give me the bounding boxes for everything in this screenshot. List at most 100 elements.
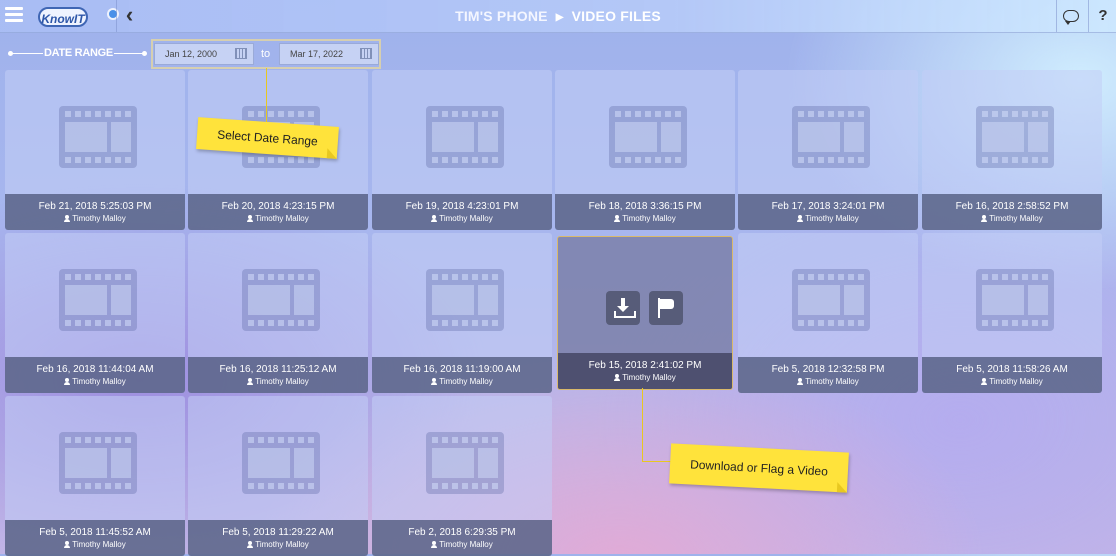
top-bar: KnowIT ‹ TIM'S PHONE ▶ VIDEO FILES ?: [0, 0, 1116, 33]
user-icon: [64, 378, 71, 385]
film-icon: [426, 269, 504, 331]
video-timestamp: Feb 19, 2018 4:23:01 PM: [405, 201, 519, 212]
page-title: VIDEO FILES: [571, 8, 661, 24]
video-caption: Feb 20, 2018 4:23:15 PM Timothy Malloy: [188, 194, 368, 230]
video-user-name: Timothy Malloy: [72, 540, 126, 549]
video-user-name: Timothy Malloy: [439, 377, 493, 386]
user-icon: [431, 215, 438, 222]
video-caption: Feb 16, 2018 11:44:04 AM Timothy Malloy: [5, 357, 185, 393]
video-caption: Feb 5, 2018 11:58:26 AM Timothy Malloy: [922, 357, 1102, 393]
download-button[interactable]: [606, 291, 640, 325]
video-timestamp: Feb 16, 2018 11:25:12 AM: [219, 364, 337, 375]
film-icon: [426, 106, 504, 168]
video-timestamp: Feb 5, 2018 11:45:52 AM: [39, 527, 151, 538]
video-timestamp: Feb 5, 2018 11:58:26 AM: [956, 364, 1068, 375]
back-button[interactable]: ‹: [116, 0, 142, 32]
video-user: Timothy Malloy: [555, 214, 735, 223]
user-icon: [614, 215, 621, 222]
video-tile[interactable]: Feb 5, 2018 11:45:52 AM Timothy Malloy: [5, 396, 185, 556]
video-tile[interactable]: Feb 5, 2018 12:32:58 PM Timothy Malloy: [738, 233, 918, 393]
callout-download-flag: Download or Flag a Video: [669, 443, 849, 493]
video-tile[interactable]: Feb 21, 2018 5:25:03 PM Timothy Malloy: [5, 70, 185, 230]
callout-leader-line: [642, 461, 672, 462]
user-icon: [431, 541, 438, 548]
video-caption: Feb 19, 2018 4:23:01 PM Timothy Malloy: [372, 194, 552, 230]
video-user: Timothy Malloy: [922, 214, 1102, 223]
film-icon: [242, 432, 320, 494]
breadcrumb-device[interactable]: TIM'S PHONE: [455, 8, 548, 24]
video-user-name: Timothy Malloy: [622, 214, 676, 223]
video-tile[interactable]: Feb 5, 2018 11:29:22 AM Timothy Malloy: [188, 396, 368, 556]
video-caption: Feb 15, 2018 2:41:02 PM Timothy Malloy: [558, 353, 732, 389]
callout-fold: [836, 482, 848, 493]
video-user: Timothy Malloy: [558, 373, 732, 382]
video-user: Timothy Malloy: [5, 540, 185, 549]
breadcrumb: TIM'S PHONE ▶ VIDEO FILES: [0, 0, 1116, 32]
video-caption: Feb 16, 2018 11:19:00 AM Timothy Malloy: [372, 357, 552, 393]
video-user-name: Timothy Malloy: [439, 214, 493, 223]
help-icon: ?: [1098, 7, 1108, 24]
video-tile[interactable]: Feb 16, 2018 11:44:04 AM Timothy Malloy: [5, 233, 185, 393]
video-user-name: Timothy Malloy: [439, 540, 493, 549]
user-icon: [247, 541, 254, 548]
film-icon: [242, 269, 320, 331]
film-icon: [976, 269, 1054, 331]
user-icon: [614, 374, 621, 381]
date-from-input[interactable]: Jan 12, 2000: [154, 43, 254, 65]
video-user-name: Timothy Malloy: [622, 373, 676, 382]
video-timestamp: Feb 16, 2018 2:58:52 PM: [955, 201, 1069, 212]
breadcrumb-arrow-icon: ▶: [555, 12, 564, 23]
video-timestamp: Feb 16, 2018 11:44:04 AM: [36, 364, 154, 375]
video-user-name: Timothy Malloy: [255, 214, 309, 223]
video-tile[interactable]: Feb 5, 2018 11:58:26 AM Timothy Malloy: [922, 233, 1102, 393]
date-range-label: DATE RANGE: [44, 47, 113, 59]
video-user: Timothy Malloy: [738, 214, 918, 223]
date-range-line-left: [10, 53, 43, 54]
film-icon: [59, 269, 137, 331]
video-tile[interactable]: Feb 16, 2018 2:58:52 PM Timothy Malloy: [922, 70, 1102, 230]
video-tile[interactable]: Feb 2, 2018 6:29:35 PM Timothy Malloy: [372, 396, 552, 556]
video-tile[interactable]: Feb 17, 2018 3:24:01 PM Timothy Malloy: [738, 70, 918, 230]
video-tile[interactable]: Feb 19, 2018 4:23:01 PM Timothy Malloy: [372, 70, 552, 230]
video-tile[interactable]: Feb 15, 2018 2:41:02 PM Timothy Malloy: [557, 236, 733, 390]
help-button[interactable]: ?: [1088, 0, 1116, 32]
calendar-icon[interactable]: [360, 48, 372, 59]
chevron-left-icon: ‹: [125, 2, 134, 27]
knowit-logo: KnowIT: [38, 7, 88, 27]
user-icon: [431, 378, 438, 385]
video-timestamp: Feb 2, 2018 6:29:35 PM: [408, 527, 516, 538]
video-user-name: Timothy Malloy: [989, 214, 1043, 223]
callout-fold: [326, 148, 338, 159]
video-user: Timothy Malloy: [188, 214, 368, 223]
film-icon: [609, 106, 687, 168]
video-user: Timothy Malloy: [5, 214, 185, 223]
video-tile[interactable]: Feb 18, 2018 3:36:15 PM Timothy Malloy: [555, 70, 735, 230]
date-to-input[interactable]: Mar 17, 2022: [279, 43, 379, 65]
video-user: Timothy Malloy: [5, 377, 185, 386]
video-tile[interactable]: Feb 16, 2018 11:25:12 AM Timothy Malloy: [188, 233, 368, 393]
film-icon: [976, 106, 1054, 168]
video-user: Timothy Malloy: [922, 377, 1102, 386]
user-icon: [64, 541, 71, 548]
user-icon: [797, 215, 804, 222]
calendar-icon[interactable]: [235, 48, 247, 59]
chat-button[interactable]: [1056, 0, 1085, 32]
video-caption: Feb 17, 2018 3:24:01 PM Timothy Malloy: [738, 194, 918, 230]
callout-text: Download or Flag a Video: [689, 457, 829, 479]
user-icon: [64, 215, 71, 222]
user-icon: [981, 378, 988, 385]
video-user-name: Timothy Malloy: [989, 377, 1043, 386]
video-caption: Feb 16, 2018 2:58:52 PM Timothy Malloy: [922, 194, 1102, 230]
user-icon: [981, 215, 988, 222]
date-to-value: Mar 17, 2022: [290, 49, 344, 59]
date-range-dot-right: [142, 51, 147, 56]
hamburger-icon[interactable]: [5, 7, 23, 23]
callout-leader-line: [266, 68, 267, 124]
flag-button[interactable]: [649, 291, 683, 325]
video-user: Timothy Malloy: [188, 377, 368, 386]
video-user-name: Timothy Malloy: [72, 214, 126, 223]
date-from-value: Jan 12, 2000: [165, 49, 218, 59]
date-range-separator: to: [261, 48, 271, 60]
video-tile[interactable]: Feb 16, 2018 11:19:00 AM Timothy Malloy: [372, 233, 552, 393]
video-timestamp: Feb 20, 2018 4:23:15 PM: [221, 201, 335, 212]
